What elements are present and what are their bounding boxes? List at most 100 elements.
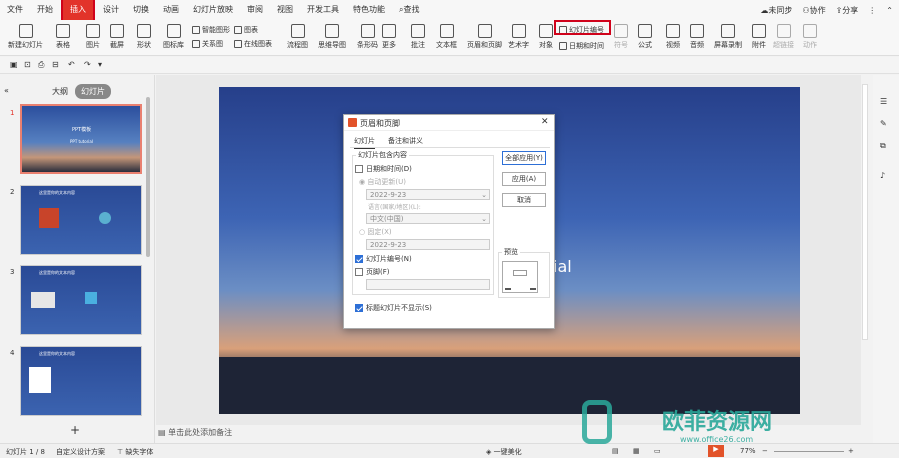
slide-thumb-4[interactable]: 这里是你的文本内容 <box>20 346 142 416</box>
play-icon[interactable]: ▶ <box>708 445 724 457</box>
collapse-icon[interactable]: « <box>4 86 9 95</box>
tab-slides[interactable]: 幻灯片 <box>75 84 111 99</box>
footer-checkbox[interactable]: 页脚(F) <box>355 267 390 277</box>
export-icon[interactable]: ⊡ <box>24 60 31 69</box>
notes-placeholder[interactable]: ▤ 单击此处添加备注 <box>158 427 232 438</box>
menu-insert[interactable]: 插入 <box>61 0 95 22</box>
copy-icon[interactable]: ⧉ <box>880 141 886 151</box>
header-footer-button[interactable]: 页眉和页脚 <box>467 24 502 50</box>
menu-view[interactable]: 视图 <box>270 0 300 20</box>
title-slide-checkbox[interactable]: 标题幻灯片不显示(S) <box>355 303 432 313</box>
share-button[interactable]: ⇪分享 <box>836 5 859 16</box>
zoom-in-icon[interactable]: + <box>848 447 854 455</box>
undo-icon[interactable]: ↶ <box>68 60 75 69</box>
wordart-button[interactable]: 艺术字 <box>508 24 529 50</box>
zoom-slider[interactable] <box>774 451 844 452</box>
textbox-button[interactable]: 文本框 <box>436 24 457 50</box>
barcode-button[interactable]: 条形码 <box>357 24 378 50</box>
view-sorter-icon[interactable]: ▦ <box>633 447 640 455</box>
cancel-button[interactable]: 取消 <box>502 193 546 207</box>
action-button[interactable]: 动作 <box>803 24 817 50</box>
missing-font[interactable]: ⊤ 缺失字体 <box>117 447 153 457</box>
flowchart-button[interactable]: 流程图 <box>287 24 308 50</box>
menu-search[interactable]: ⌕查找 <box>392 0 426 20</box>
date-time-button[interactable]: 日期和时间 <box>559 41 604 51</box>
auto-update-radio[interactable]: ◉ 自动更新(U) <box>359 177 406 187</box>
slide-position: 幻灯片 1 / 8 <box>6 448 45 456</box>
screenshot-button[interactable]: 截屏 <box>110 24 124 50</box>
design-scheme[interactable]: 自定义设计方案 <box>56 447 105 457</box>
preview-icon[interactable]: ⊟ <box>52 60 59 69</box>
tab-notes[interactable]: 备注和讲义 <box>388 136 423 146</box>
audio-button[interactable]: 音频 <box>690 24 704 50</box>
new-slide-button[interactable]: 新建幻灯片 <box>8 24 43 50</box>
chart-button[interactable]: 图表 <box>234 25 258 35</box>
menu-home[interactable]: 开始 <box>30 0 60 20</box>
slide-thumb-1[interactable]: PPT模板 PPT tutorial <box>20 104 142 174</box>
chevron-up-icon[interactable]: ⌃ <box>886 6 893 15</box>
tab-outline[interactable]: 大纲 <box>52 86 68 97</box>
zoom-out-icon[interactable]: − <box>762 447 768 455</box>
audio-icon[interactable]: ♪ <box>880 171 885 180</box>
menu-animation[interactable]: 动画 <box>156 0 186 20</box>
menu-review[interactable]: 审阅 <box>240 0 270 20</box>
slide-number-checkbox[interactable]: 幻灯片编号(N) <box>355 254 412 264</box>
menu-file[interactable]: 文件 <box>0 0 30 20</box>
tools-icon[interactable]: ☰ <box>880 97 887 106</box>
comment-button[interactable]: 批注 <box>411 24 425 50</box>
redo-icon[interactable]: ↷ <box>84 60 91 69</box>
table-button[interactable]: 表格 <box>56 24 70 50</box>
pen-icon[interactable]: ✎ <box>880 119 887 128</box>
screen-record-button[interactable]: 屏幕录制 <box>714 24 742 50</box>
preview-label: 预览 <box>502 247 520 257</box>
online-chart-button[interactable]: 在线图表 <box>234 39 272 49</box>
language-select[interactable]: 中文(中国) ⌄ <box>366 213 490 224</box>
smart-graphic-button[interactable]: 智能图形 <box>192 25 230 35</box>
more-icon[interactable]: ⋮ <box>868 6 876 15</box>
auto-date-select[interactable]: 2022-9-23 ⌄ <box>366 189 490 200</box>
add-slide-icon[interactable]: + <box>70 423 80 437</box>
dropdown-icon[interactable]: ▾ <box>98 60 102 69</box>
menu-developer[interactable]: 开发工具 <box>300 0 346 20</box>
date-time-checkbox[interactable]: 日期和时间(D) <box>355 164 412 174</box>
picture-button[interactable]: 图片 <box>86 24 100 50</box>
watermark-brand: 欧菲资源网 <box>662 410 773 435</box>
apply-button[interactable]: 应用(A) <box>502 172 546 186</box>
scrollbar[interactable] <box>146 97 150 257</box>
preview-number-mark <box>530 288 536 290</box>
view-normal-icon[interactable]: ▤ <box>612 447 619 455</box>
save-icon[interactable]: ▣ <box>10 60 18 69</box>
close-icon[interactable]: ✕ <box>541 117 549 127</box>
slide-thumb-3[interactable]: 这里是你的文本内容 <box>20 265 142 335</box>
view-reading-icon[interactable]: ▭ <box>654 447 661 455</box>
zoom-level[interactable]: 77% <box>740 447 756 455</box>
icon-library-button[interactable]: 图标库 <box>163 24 184 50</box>
symbol-button[interactable]: 符号 <box>614 24 628 50</box>
more-button[interactable]: 更多 <box>382 24 396 50</box>
formula-button[interactable]: 公式 <box>638 24 652 50</box>
shape-icon <box>137 24 151 38</box>
menu-transition[interactable]: 切换 <box>126 0 156 20</box>
fixed-radio[interactable]: ○ 固定(X) <box>359 227 392 237</box>
menu-slideshow[interactable]: 幻灯片放映 <box>186 0 240 20</box>
collab-button[interactable]: ⚇协作 <box>802 5 825 16</box>
thumb-title: 这里是你的文本内容 <box>39 270 75 275</box>
relation-button[interactable]: 关系图 <box>192 39 223 49</box>
menu-design[interactable]: 设计 <box>96 0 126 20</box>
footer-field[interactable] <box>366 279 490 290</box>
vertical-scrollbar[interactable] <box>862 84 868 340</box>
symbol-icon <box>614 24 628 38</box>
print-icon[interactable]: ⎙ <box>38 60 44 70</box>
object-button[interactable]: 对象 <box>539 24 553 50</box>
hyperlink-button[interactable]: 超链接 <box>773 24 794 50</box>
shape-button[interactable]: 形状 <box>137 24 151 50</box>
beautify-button[interactable]: ◈ 一键美化 <box>486 447 522 457</box>
mindmap-button[interactable]: 思维导图 <box>318 24 346 50</box>
menu-features[interactable]: 特色功能 <box>346 0 392 20</box>
fixed-date-field[interactable]: 2022-9-23 <box>366 239 490 250</box>
slide-thumb-2[interactable]: 这里是你的文本内容 <box>20 185 142 255</box>
apply-all-button[interactable]: 全部应用(Y) <box>502 151 546 165</box>
attachment-button[interactable]: 附件 <box>752 24 766 50</box>
sync-status[interactable]: ☁未同步 <box>760 5 792 16</box>
video-button[interactable]: 视频 <box>666 24 680 50</box>
